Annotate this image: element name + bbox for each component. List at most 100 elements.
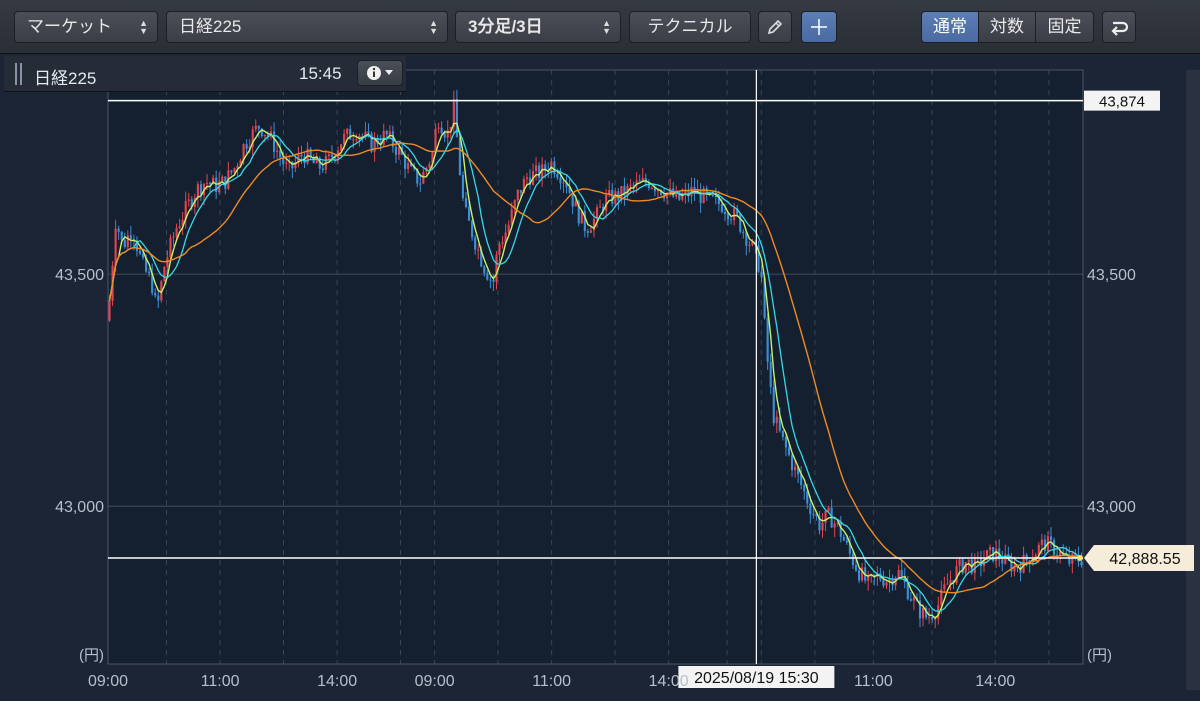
candle-body [650,187,653,189]
candle-body [857,570,861,581]
technical-button[interactable]: テクニカル [629,11,751,43]
candle-body [321,168,324,170]
candle-body [760,271,763,278]
plot-area [108,70,1083,664]
candle-body [632,184,635,186]
info-bar: 日経225 15:45 [4,56,406,92]
candle-body [157,295,160,301]
candle-body [443,133,446,138]
candle-body [748,244,751,246]
candle-body [285,162,288,164]
candle-body [559,177,562,184]
symbol-select-label: 日経225 [179,17,242,36]
candle-body [1049,536,1053,541]
candle-body [995,548,998,561]
candle-body [175,228,178,237]
candle-body [516,189,519,201]
candle-body [464,198,468,207]
candle-body [187,199,190,202]
crosshair-button[interactable] [801,11,837,43]
candle-body [726,213,730,220]
candle-body [781,430,784,437]
candle-body [931,616,934,620]
candle-body [461,175,465,199]
candle-body [897,570,900,578]
candle-body [790,454,794,471]
candle-body [233,168,236,173]
candle-body [300,154,303,157]
candle-body [574,201,577,207]
candle-body [474,237,477,250]
return-arrow-icon [1111,21,1129,36]
candle-body [562,182,565,184]
info-time: 15:45 [299,64,342,83]
candle-body [428,164,431,169]
candle-body [638,180,641,182]
candle-body [330,154,334,158]
candle-body [967,559,970,563]
candle-body [535,165,538,172]
unit-label-left: (円) [79,647,104,664]
candle-body [495,254,498,282]
candle-body [120,231,123,240]
candle-body [525,177,529,179]
candle-body [851,553,855,566]
last-price-label: 42,888.55 [1109,551,1180,568]
candle-body [769,361,772,388]
candle-body [827,507,830,512]
y-tick-label-left: 43,500 [55,267,104,284]
candle-body [172,236,175,238]
scale-log-label: 対数 [990,17,1024,36]
candle-body [571,192,574,207]
candle-body [611,189,614,204]
candle-body [352,139,355,141]
pencil-icon [767,19,783,35]
unit-label-right: (円) [1087,647,1112,664]
candle-body [263,134,266,137]
candle-body [803,485,806,492]
candle-body [589,230,592,233]
candle-body [276,150,279,152]
candle-body [340,144,343,151]
candle-body [833,523,836,528]
candle-body [394,146,397,155]
scale-normal-button[interactable]: 通常 [921,11,979,43]
select-arrows-icon: ▲ ▼ [429,18,438,36]
reset-button[interactable] [1102,11,1136,43]
scale-fixed-button[interactable]: 固定 [1035,11,1094,43]
high-price-label: 43,874 [1099,94,1145,111]
candle-body [885,582,888,586]
scale-log-button[interactable]: 対数 [978,11,1036,43]
candle-body [772,387,775,424]
draw-tool-button[interactable] [758,11,792,43]
candle-body [117,228,120,232]
toolbar: マーケット ▲ ▼ 日経225 ▲ ▼ 3分足/3日 ▲ ▼ テクニカル 通常 対数 … [0,0,1200,54]
candle-body [787,447,791,455]
crosshair-date-label: 2025/08/19 15:30 [694,670,819,687]
drag-handle-icon[interactable] [14,62,24,86]
candle-body [254,125,257,130]
candle-body [812,514,815,516]
candle-body [245,144,248,149]
candle-body [114,228,117,266]
candle-body [507,224,510,233]
candle-body [882,579,885,586]
candle-body [397,147,401,155]
candle-body [739,214,742,232]
scale-mode-group: 通常 対数 固定 [921,11,1094,43]
candle-body [519,189,522,193]
price-chart[interactable]: 43,874 42,888.55 2025/08/19 15:30 43,000 43… [0,54,1200,701]
interval-select[interactable]: 3分足/3日 ▲ ▼ [455,11,621,43]
candle-body [730,219,733,221]
info-menu-button[interactable] [357,60,403,86]
x-tick-label: 14:00 [975,673,1015,690]
candle-body [629,184,632,186]
candle-body [205,182,209,184]
candle-body [821,522,824,531]
market-select[interactable]: マーケット ▲ ▼ [14,11,158,43]
select-arrows-icon: ▲ ▼ [602,18,611,36]
symbol-select[interactable]: 日経225 ▲ ▼ [166,11,448,43]
candle-body [129,235,132,240]
y-tick-label-right: 43,500 [1087,267,1136,284]
technical-button-label: テクニカル [647,17,733,36]
